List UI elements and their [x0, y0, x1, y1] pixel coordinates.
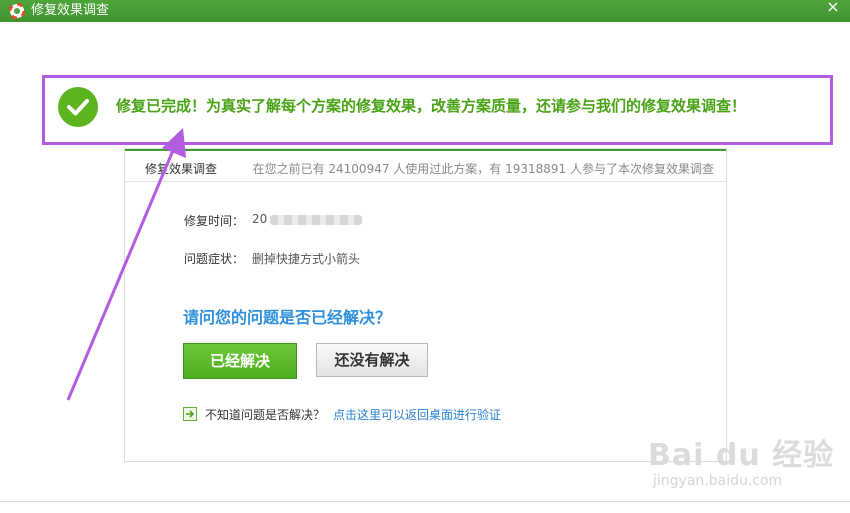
- not-solved-button[interactable]: 还没有解决: [316, 343, 428, 377]
- close-button[interactable]: ×: [824, 0, 842, 16]
- symptom-label: 问题症状：: [184, 252, 245, 266]
- card-title: 修复效果调查: [145, 162, 218, 176]
- watermark-logo: Bai du 经验: [648, 438, 835, 473]
- repair-time-prefix: 20: [252, 212, 268, 226]
- verify-desktop-link[interactable]: 点击这里可以返回桌面进行验证: [333, 406, 501, 423]
- symptom-value: 删掉快捷方式小箭头: [252, 252, 361, 266]
- header-accent-line: [125, 149, 726, 151]
- completion-message: 修复已完成！为真实了解每个方案的修复效果，改善方案质量，还请参与我们的修复效果调…: [116, 97, 747, 115]
- window-title: 修复效果调查: [31, 3, 110, 18]
- watermark-url: jingyan.baidu.com: [653, 473, 783, 489]
- unsure-text: 不知道问题是否解决？: [205, 408, 326, 422]
- title-bar: 修复效果调查 ×: [0, 0, 850, 22]
- app-lifebuoy-icon: [9, 3, 25, 19]
- arrow-right-icon: [183, 407, 197, 421]
- card-header: 修复效果调查 在您之前已有 24100947 人使用过此方案，有 1931889…: [125, 149, 726, 182]
- solved-button[interactable]: 已经解决: [183, 343, 297, 379]
- footer-divider: [0, 501, 850, 502]
- resolution-question: 请问您的问题是否已经解决？: [183, 308, 392, 327]
- check-icon: [67, 99, 89, 116]
- blurred-timestamp: [270, 214, 363, 225]
- repair-time-label: 修复时间：: [184, 214, 245, 228]
- completion-banner: 修复已完成！为真实了解每个方案的修复效果，改善方案质量，还请参与我们的修复效果调…: [42, 75, 833, 145]
- check-badge: [58, 87, 98, 127]
- survey-card: 修复效果调查 在您之前已有 24100947 人使用过此方案，有 1931889…: [124, 148, 727, 462]
- repair-time-value: 20: [252, 212, 363, 226]
- close-icon: ×: [826, 0, 840, 16]
- usage-stats: 在您之前已有 24100947 人使用过此方案，有 19318891 人参与了本…: [252, 162, 714, 176]
